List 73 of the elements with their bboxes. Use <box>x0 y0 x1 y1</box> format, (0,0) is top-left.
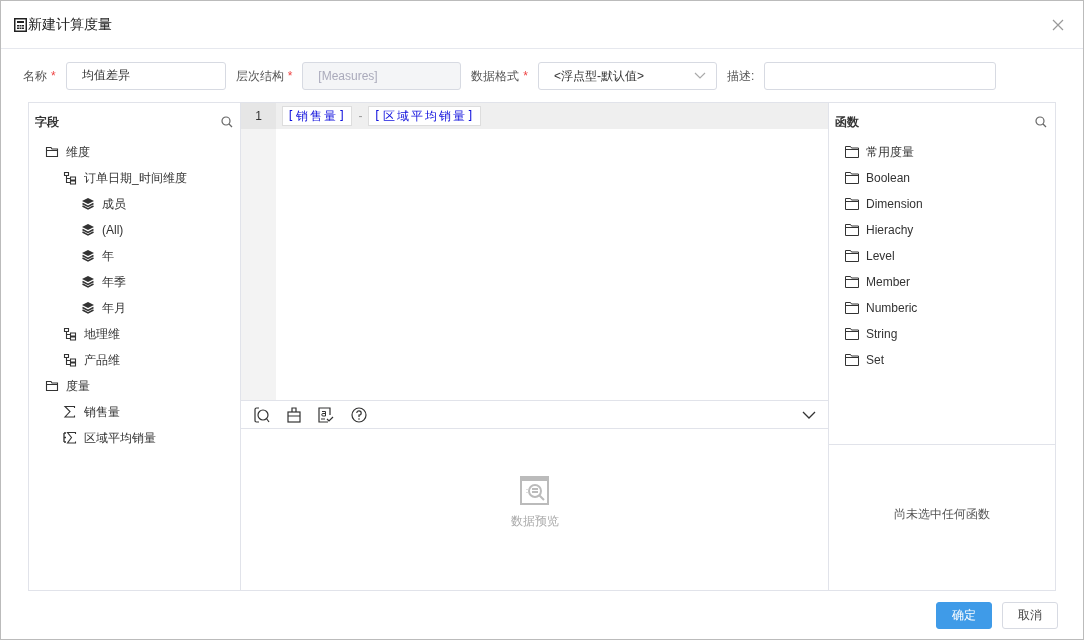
tree-item[interactable]: 度量 <box>66 377 90 395</box>
function-category[interactable]: Level <box>866 247 895 265</box>
calculated-sigma-icon <box>63 431 77 445</box>
folder-icon <box>845 302 859 314</box>
field-token: [销售量] <box>282 106 353 126</box>
window-title: 新建计算度量 <box>28 15 112 34</box>
function-category[interactable]: Numberic <box>866 299 918 317</box>
data-preview-icon <box>520 475 549 505</box>
function-category[interactable]: Boolean <box>866 169 911 187</box>
function-category[interactable]: 常用度量 <box>866 143 914 161</box>
hierarchy-icon <box>63 353 77 367</box>
required-mark: * <box>287 67 293 85</box>
clear-icon[interactable] <box>287 406 301 423</box>
tree-item[interactable]: 区域平均销量 <box>84 429 156 447</box>
collapse-chevron-icon[interactable] <box>802 410 816 419</box>
hierarchy-icon <box>63 327 77 341</box>
folder-icon <box>845 250 859 262</box>
tree-item[interactable]: (All) <box>102 221 124 239</box>
function-category[interactable]: String <box>866 325 898 343</box>
layers-icon <box>81 223 95 237</box>
tree-item[interactable]: 产品维 <box>84 351 120 369</box>
hierarchy-icon <box>63 171 77 185</box>
tree-item[interactable]: 成员 <box>102 195 126 213</box>
tree-item[interactable]: 年季 <box>102 273 126 291</box>
line-number: 1 <box>255 108 262 125</box>
panel-title: 函数 <box>835 114 859 131</box>
operator-token: - <box>357 108 364 125</box>
search-icon[interactable] <box>1035 116 1047 128</box>
check-syntax-icon[interactable] <box>318 406 334 423</box>
tree-item[interactable]: 销售量 <box>84 403 120 421</box>
folder-icon <box>845 198 859 210</box>
help-icon[interactable] <box>351 406 367 423</box>
layers-icon <box>81 197 95 211</box>
folder-icon <box>845 354 859 366</box>
tree-item[interactable]: 地理维 <box>84 325 120 343</box>
field-label: 数据格式 <box>471 67 520 85</box>
calculator-icon <box>14 17 27 32</box>
folder-icon <box>45 145 59 159</box>
function-category[interactable]: Hierachy <box>866 221 914 239</box>
layers-icon <box>81 275 95 289</box>
sigma-icon <box>63 405 77 419</box>
close-button[interactable] <box>1052 17 1066 32</box>
function-category[interactable]: Set <box>866 351 884 369</box>
function-category[interactable]: Member <box>866 273 910 291</box>
tree-item[interactable]: 年 <box>102 247 114 265</box>
description-field[interactable] <box>764 61 997 90</box>
folder-icon <box>845 328 859 340</box>
folder-icon <box>845 224 859 236</box>
tree-item[interactable]: 维度 <box>66 143 90 161</box>
tree-item[interactable]: 年月 <box>102 299 126 317</box>
name-field[interactable]: 均值差异 <box>65 61 226 90</box>
cancel-button[interactable]: 取消 <box>1002 601 1058 629</box>
folder-icon <box>45 379 59 393</box>
panel-title: 字段 <box>35 114 59 131</box>
layers-icon <box>81 249 95 263</box>
required-mark: * <box>51 67 56 85</box>
field-label: 层次结构 <box>235 67 284 85</box>
preview-icon[interactable] <box>254 406 270 423</box>
field-label: 名称 <box>23 67 47 85</box>
function-info-text: 尚未选中任何函数 <box>894 505 990 523</box>
folder-icon <box>845 146 859 158</box>
required-mark: * <box>523 67 528 85</box>
search-icon[interactable] <box>221 116 233 128</box>
folder-icon <box>845 276 859 288</box>
chevron-down-icon <box>694 72 706 79</box>
tree-item[interactable]: 订单日期_时间维度 <box>84 169 187 187</box>
function-category[interactable]: Dimension <box>866 195 923 213</box>
field-token: [区域平均销量] <box>368 106 481 126</box>
format-dropdown[interactable]: <浮点型-默认值> <box>538 61 717 90</box>
folder-icon <box>845 172 859 184</box>
field-label: 描述: <box>727 67 755 85</box>
layers-icon <box>81 301 95 315</box>
preview-label: 数据预览 <box>510 512 559 530</box>
